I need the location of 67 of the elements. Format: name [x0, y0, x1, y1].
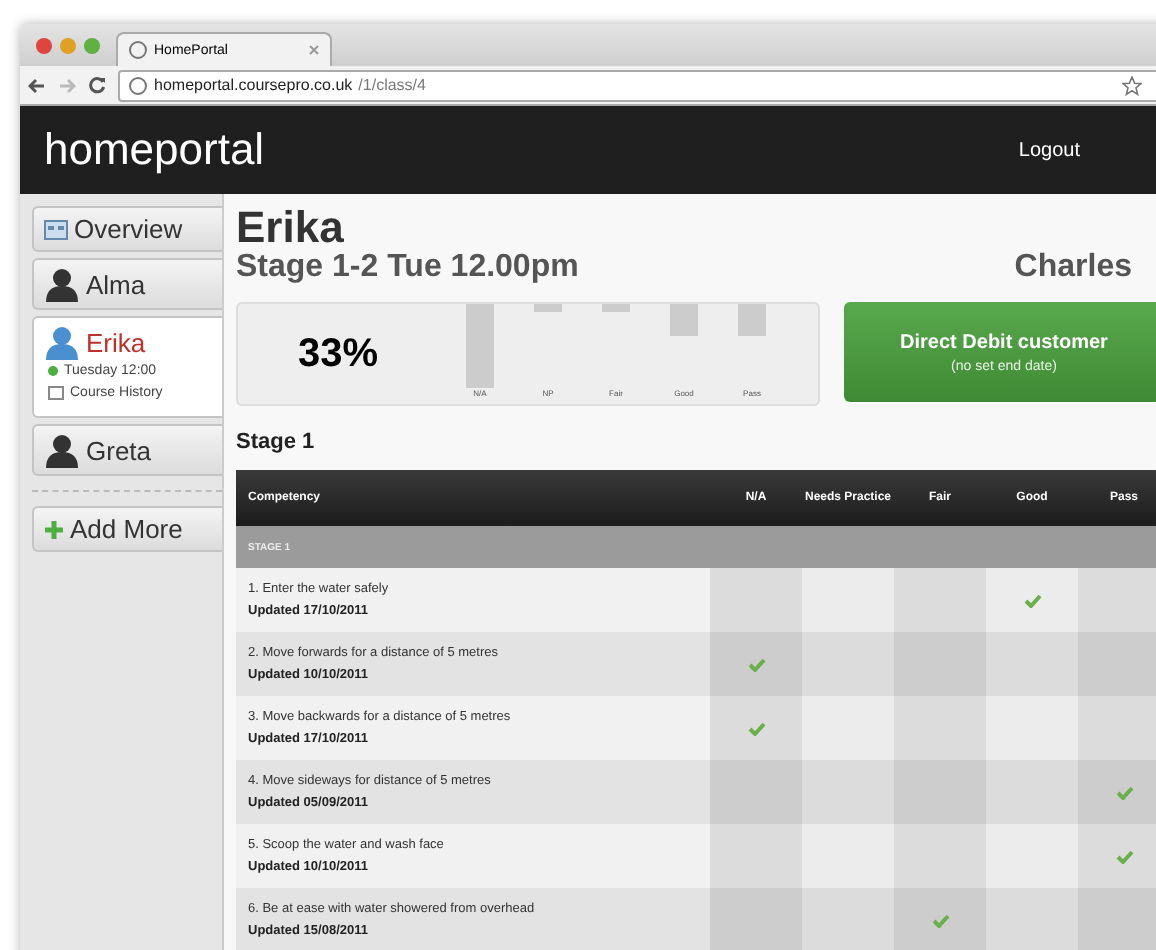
person-icon: [44, 432, 80, 468]
zoom-window-button[interactable]: [84, 38, 100, 54]
sidebar-item[interactable]: Overview: [32, 206, 222, 252]
rating-cell[interactable]: [1078, 696, 1156, 760]
rating-cell[interactable]: [1078, 888, 1156, 950]
rating-cell[interactable]: [710, 888, 802, 950]
teacher-name: Charles: [1014, 250, 1132, 286]
rating-cell[interactable]: [802, 888, 894, 950]
chart-bar: [602, 304, 630, 312]
rating-cell[interactable]: [802, 632, 894, 696]
minimize-window-button[interactable]: [60, 38, 76, 54]
rating-cell[interactable]: [710, 760, 802, 824]
rating-cell[interactable]: [894, 888, 986, 950]
check-icon: [1023, 594, 1041, 608]
rating-cell[interactable]: [894, 632, 986, 696]
person-icon: [44, 324, 80, 360]
check-icon: [931, 914, 949, 928]
rating-cell[interactable]: [986, 696, 1078, 760]
status-icon: [48, 366, 58, 376]
class-title: Stage 1-2 Tue 12.00pm: [236, 250, 579, 286]
person-icon: [44, 266, 80, 302]
close-icon[interactable]: [308, 44, 320, 56]
student-name: Erika: [236, 206, 346, 250]
chart-bar: [738, 304, 766, 336]
banner-title: Direct Debit customer: [900, 331, 1108, 353]
address-field[interactable]: homeportal.coursepro.co.uk /1/class/4: [118, 69, 1156, 101]
chart-bar: [534, 304, 562, 312]
rating-cell[interactable]: [986, 824, 1078, 888]
rating-cell[interactable]: [986, 632, 1078, 696]
plus-icon: [44, 519, 64, 539]
rating-cell[interactable]: [802, 696, 894, 760]
rating-cell[interactable]: [894, 760, 986, 824]
rating-cell[interactable]: [1078, 632, 1156, 696]
rating-cell[interactable]: [986, 760, 1078, 824]
sidebar-item[interactable]: Alma: [32, 258, 222, 310]
app-logo: homeportal: [44, 124, 265, 176]
chart-bar: [466, 304, 494, 388]
rating-cell[interactable]: [802, 824, 894, 888]
rating-cell[interactable]: [986, 888, 1078, 950]
rating-cell[interactable]: [1078, 568, 1156, 632]
chart-bar: [670, 304, 698, 336]
rating-cell[interactable]: [986, 568, 1078, 632]
rating-cell[interactable]: [710, 632, 802, 696]
check-icon: [1115, 786, 1133, 800]
rating-cell[interactable]: [710, 824, 802, 888]
rating-cell[interactable]: [802, 760, 894, 824]
rating-cell[interactable]: [802, 568, 894, 632]
progress-percent: 33%: [295, 329, 381, 379]
rating-cell[interactable]: [894, 696, 986, 760]
star-icon[interactable]: [1122, 75, 1142, 95]
rating-cell[interactable]: [894, 824, 986, 888]
rating-cell[interactable]: [710, 568, 802, 632]
back-icon[interactable]: [28, 77, 46, 93]
section-title: Stage 1: [236, 430, 317, 454]
sidebar-item[interactable]: Greta: [32, 424, 222, 476]
rating-cell[interactable]: [894, 568, 986, 632]
rating-cell[interactable]: [1078, 760, 1156, 824]
rating-cell[interactable]: [1078, 824, 1156, 888]
rating-cell[interactable]: [710, 696, 802, 760]
check-icon: [1115, 850, 1133, 864]
check-icon: [747, 658, 765, 672]
close-window-button[interactable]: [36, 38, 52, 54]
logout-link[interactable]: Logout: [1018, 139, 1080, 161]
reload-icon[interactable]: [88, 76, 106, 94]
check-icon: [747, 722, 765, 736]
forward-icon[interactable]: [58, 77, 76, 93]
add-more-button[interactable]: Add More: [32, 506, 222, 552]
